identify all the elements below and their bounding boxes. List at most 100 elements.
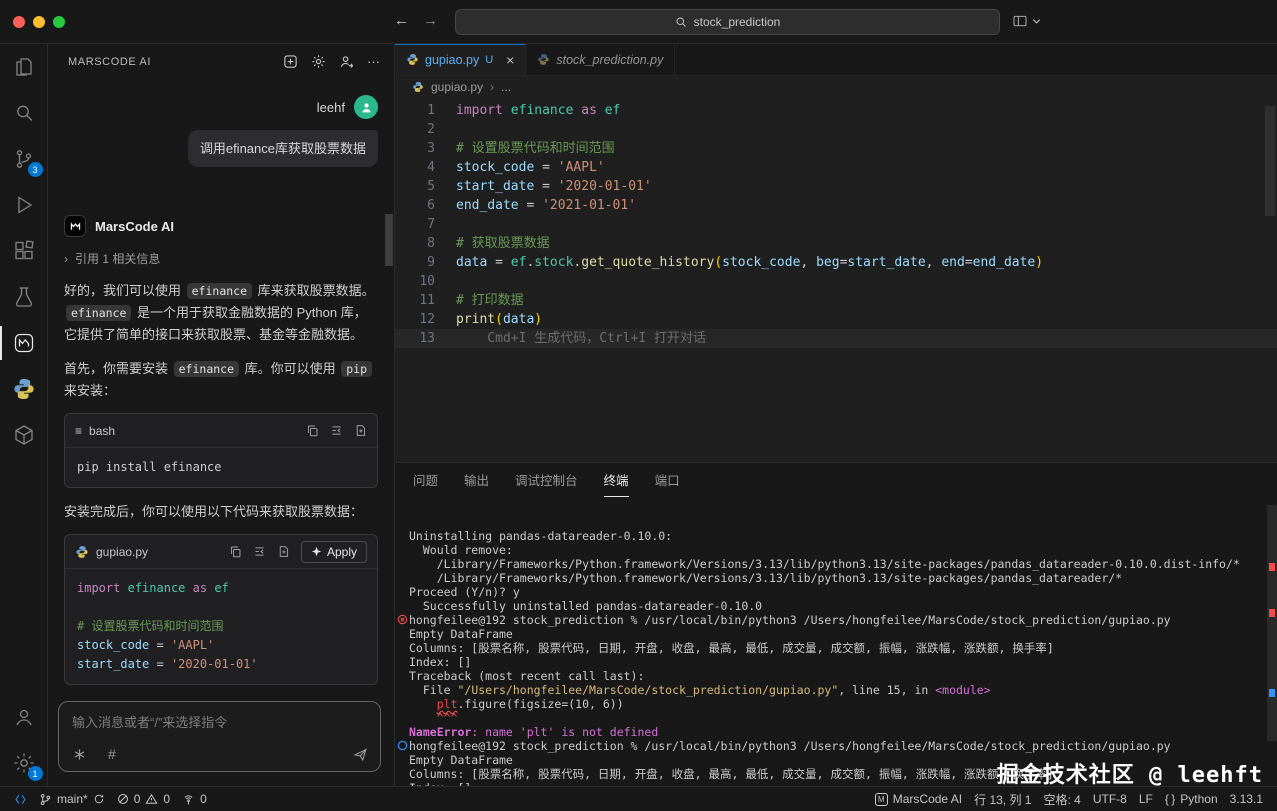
source-control-icon[interactable]: 3: [0, 136, 48, 182]
chat-input[interactable]: 输入消息或者“/”来选择指令 #: [58, 701, 381, 772]
assistant-paragraph-1: 好的，我们可以使用 efinance 库来获取股票数据。efinance 是一个…: [64, 280, 378, 345]
sparkle-icon: [311, 546, 322, 557]
accounts-icon[interactable]: [0, 694, 48, 740]
layout-icon: [1012, 13, 1028, 29]
panel-tab-4[interactable]: 终端: [604, 463, 629, 497]
search-icon: [675, 16, 687, 28]
marscode-sidebar: MARSCODE AI ··· leehf 调用efinance库获取股票数据: [48, 44, 395, 786]
editor-scrollbar[interactable]: [1265, 106, 1275, 216]
chat-panel: leehf 调用efinance库获取股票数据 MarsCode AI ›: [48, 79, 394, 698]
new-chat-button[interactable]: [283, 54, 298, 69]
python-extension-icon[interactable]: [0, 366, 48, 412]
bash-code: pip install efinance: [65, 448, 377, 487]
more-actions-button[interactable]: ···: [367, 54, 380, 69]
python-file-icon: [412, 81, 424, 93]
search-sidebar-icon[interactable]: [0, 90, 48, 136]
eol-item[interactable]: LF: [1133, 792, 1159, 806]
send-icon[interactable]: [353, 747, 368, 762]
search-box[interactable]: stock_prediction: [455, 9, 1000, 35]
extensions-icon[interactable]: [0, 228, 48, 274]
run-debug-icon[interactable]: [0, 182, 48, 228]
status-bar: main* 0 0 0 M MarsCode AI 行 13, 列 1 空格: …: [0, 786, 1277, 811]
ports-item[interactable]: 0: [176, 787, 213, 811]
braces-icon: { }: [1165, 792, 1175, 806]
search-label: stock_prediction: [694, 15, 781, 29]
sidebar-settings-button[interactable]: [311, 54, 326, 69]
command-success-icon: [397, 740, 408, 751]
user-message: 调用efinance库获取股票数据: [64, 130, 378, 167]
new-file-icon[interactable]: [277, 545, 290, 558]
panel-tab-1[interactable]: 问题: [413, 463, 438, 497]
remote-indicator[interactable]: [8, 787, 33, 811]
language-mode-item[interactable]: { } Python: [1159, 792, 1224, 806]
close-icon[interactable]: ×: [506, 52, 514, 68]
testing-icon[interactable]: [0, 274, 48, 320]
user-avatar: [354, 95, 378, 119]
marscode-logo: [64, 215, 86, 237]
indentation-item[interactable]: 空格: 4: [1037, 791, 1086, 808]
terminal-lines: Uninstalling pandas-datareader-0.10.0: W…: [409, 529, 1263, 786]
breadcrumb[interactable]: gupiao.py › ...: [395, 76, 1277, 98]
agent-button[interactable]: [339, 54, 354, 69]
python-file-icon: [75, 545, 89, 559]
git-branch-item[interactable]: main*: [33, 787, 111, 811]
python-file-icon: [537, 53, 550, 66]
back-button[interactable]: ←: [394, 12, 409, 29]
assistant-paragraph-2: 首先，你需要安装 efinance 库。你可以使用 pip 来安装：: [64, 358, 378, 401]
list-icon: ≡: [75, 424, 82, 438]
context-hash-button[interactable]: #: [108, 746, 116, 762]
scm-badge: 3: [28, 162, 43, 177]
marscode-mini-logo: M: [875, 793, 888, 806]
customize-layout-button[interactable]: [1012, 13, 1041, 29]
terminal[interactable]: Uninstalling pandas-datareader-0.10.0: W…: [395, 497, 1277, 786]
code-filename: gupiao.py: [96, 545, 148, 559]
settings-badge: 1: [28, 766, 43, 781]
tab-stock-prediction-py[interactable]: stock_prediction.py: [526, 44, 675, 75]
activity-bar: 3: [0, 44, 48, 786]
panel-tabs: 问题输出调试控制台终端端口: [395, 463, 1277, 497]
python-version-item[interactable]: 3.13.1: [1224, 792, 1269, 806]
forward-button[interactable]: →: [423, 12, 438, 29]
panel-tab-2[interactable]: 输出: [464, 463, 489, 497]
tab-gupiao-py[interactable]: gupiao.py U ×: [395, 44, 526, 75]
problems-item[interactable]: 0 0: [111, 787, 176, 811]
code-editor[interactable]: 1import efinance as ef2 3# 设置股票代码和时间范围4s…: [395, 98, 1277, 462]
copy-icon[interactable]: [229, 545, 242, 558]
editor-tabs: gupiao.py U × stock_prediction.py: [395, 44, 1277, 76]
chevron-right-icon: ›: [64, 252, 68, 266]
assistant-name: MarsCode AI: [95, 219, 174, 234]
assistant-paragraph-3: 安装完成后，你可以使用以下代码来获取股票数据：: [64, 501, 378, 522]
marscode-ai-icon[interactable]: [0, 320, 48, 366]
sidebar-scrollbar[interactable]: [385, 214, 393, 266]
explorer-icon[interactable]: [0, 44, 48, 90]
copy-icon[interactable]: [306, 424, 319, 437]
settings-gear-icon[interactable]: 1: [0, 740, 48, 786]
reference-toggle[interactable]: › 引用 1 相关信息: [64, 250, 378, 267]
encoding-item[interactable]: UTF-8: [1087, 792, 1133, 806]
cursor-position-item[interactable]: 行 13, 列 1: [968, 791, 1037, 808]
title-bar: ← → stock_prediction: [0, 0, 1277, 44]
apply-button[interactable]: Apply: [301, 541, 367, 563]
maximize-window-button[interactable]: [53, 16, 65, 28]
sync-icon: [93, 793, 105, 805]
panel-tab-5[interactable]: 端口: [655, 463, 680, 497]
python-file-icon: [406, 53, 419, 66]
insert-code-icon[interactable]: [253, 545, 266, 558]
sidebar-title: MARSCODE AI: [68, 56, 283, 68]
command-failed-icon: [397, 614, 408, 625]
panel-tab-3[interactable]: 调试控制台: [515, 463, 578, 497]
insert-code-icon[interactable]: [330, 424, 343, 437]
minimize-window-button[interactable]: [33, 16, 45, 28]
chevron-down-icon: [1032, 17, 1041, 26]
vscode-window: ← → stock_prediction 3: [0, 0, 1277, 811]
package-icon[interactable]: [0, 412, 48, 458]
terminal-scrollbar[interactable]: [1267, 505, 1277, 741]
watermark: 掘金技术社区 @ leehft: [997, 769, 1263, 783]
close-window-button[interactable]: [13, 16, 25, 28]
python-code-block: gupiao.py Apply import efinance as ef #: [64, 534, 378, 685]
new-file-icon[interactable]: [354, 424, 367, 437]
scrollbar-info-annotation: [1269, 689, 1275, 697]
marscode-status-item[interactable]: M MarsCode AI: [869, 792, 968, 806]
commands-icon[interactable]: [73, 748, 86, 761]
bash-code-block: ≡ bash pip install efinance: [64, 413, 378, 488]
